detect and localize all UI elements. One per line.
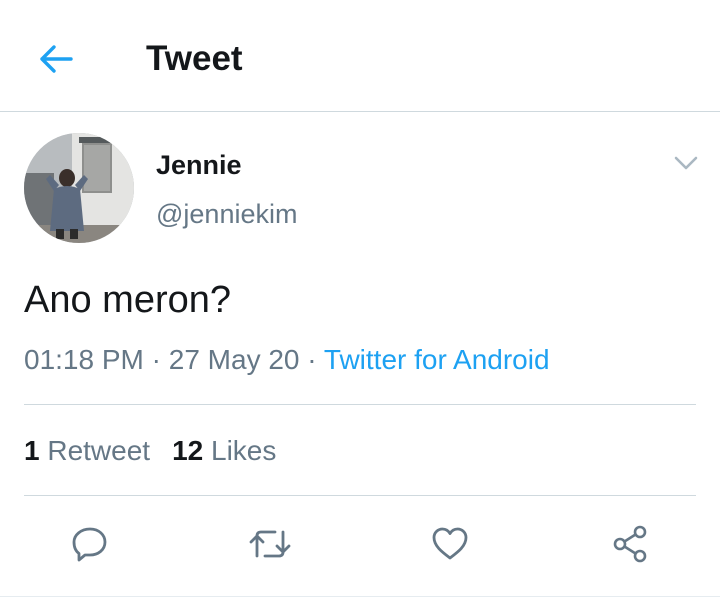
heart-icon: [432, 527, 468, 560]
divider: [24, 495, 696, 496]
retweets-label: Retweet: [47, 435, 151, 466]
likes-stat[interactable]: 12 Likes: [172, 433, 276, 469]
page-title: Tweet: [146, 39, 243, 78]
retweets-count: 1: [24, 435, 40, 466]
retweet-icon: [249, 530, 291, 558]
top-bar: Tweet: [0, 0, 720, 112]
more-options-button[interactable]: [670, 150, 702, 176]
meta-separator: ·: [307, 344, 317, 375]
arrow-left-icon: [40, 45, 73, 73]
tweet-meta: 01:18 PM · 27 May 20 · Twitter for Andro…: [24, 342, 550, 378]
share-button[interactable]: [602, 516, 658, 572]
author-handle[interactable]: @jenniekim: [156, 197, 297, 231]
tweet-date: 27 May 20: [168, 344, 300, 375]
retweet-button[interactable]: [242, 516, 298, 572]
avatar-image: [24, 133, 134, 243]
likes-count: 12: [172, 435, 204, 466]
avatar[interactable]: [24, 133, 134, 243]
like-button[interactable]: [422, 516, 478, 572]
tweet-time: 01:18 PM: [24, 344, 144, 375]
action-bar: [0, 516, 720, 572]
tweet-source-link[interactable]: Twitter for Android: [324, 344, 550, 375]
back-button[interactable]: [32, 36, 78, 82]
reply-button[interactable]: [62, 516, 118, 572]
tweet-stats: 1 Retweet 12 Likes: [24, 433, 276, 469]
tweet-text: Ano meron?: [24, 279, 232, 321]
chevron-down-icon: [674, 156, 698, 170]
share-icon: [613, 525, 647, 563]
likes-label: Likes: [211, 435, 277, 466]
reply-icon: [72, 527, 107, 562]
author-name[interactable]: Jennie: [156, 148, 242, 182]
bottom-divider: [0, 596, 720, 597]
divider: [24, 404, 696, 405]
meta-separator: ·: [151, 344, 161, 375]
retweets-stat[interactable]: 1 Retweet: [24, 433, 150, 469]
